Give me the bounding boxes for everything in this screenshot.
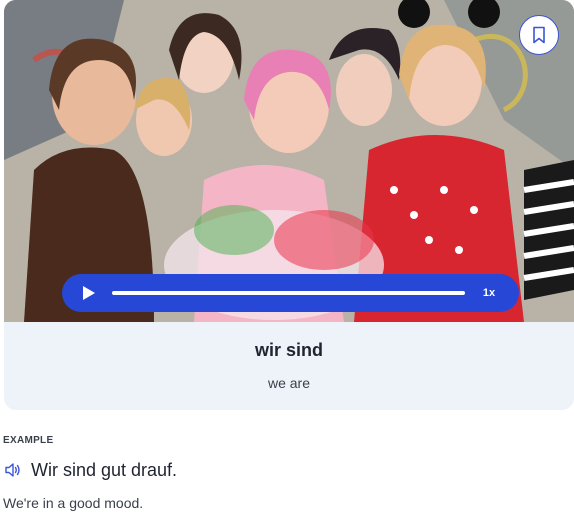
example-sentence: Wir sind gut drauf. <box>31 459 178 480</box>
speaker-icon <box>5 463 20 477</box>
vocab-card: 1x wir sind we are <box>4 0 574 410</box>
vocab-word: wir sind <box>254 340 323 360</box>
bookmark-button[interactable] <box>519 15 559 55</box>
play-icon <box>83 286 95 300</box>
play-button[interactable] <box>80 284 98 302</box>
audio-player: 1x <box>62 274 519 312</box>
example-label: EXAMPLE <box>3 435 54 446</box>
example-translation: We're in a good mood. <box>3 495 144 511</box>
bookmark-icon <box>533 26 545 44</box>
playback-speed-button[interactable]: 1x <box>474 285 504 301</box>
vocab-translation: we are <box>267 375 311 391</box>
audio-progress-bar[interactable] <box>112 291 465 295</box>
play-example-button[interactable] <box>3 460 23 480</box>
example-row: Wir sind gut drauf. <box>3 458 177 482</box>
